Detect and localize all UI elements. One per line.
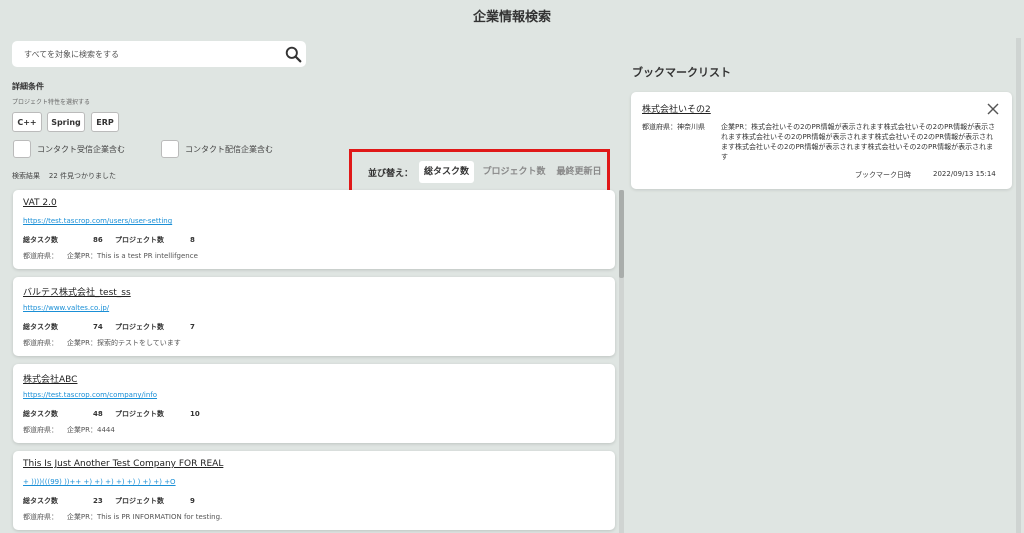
company-card[interactable]: This Is Just Another Test Company FOR RE…: [13, 451, 615, 530]
search-input[interactable]: [12, 41, 264, 67]
projects-label: プロジェクト数: [115, 323, 164, 331]
tasks-value: 23: [93, 497, 103, 505]
company-stats: 総タスク数 74 プロジェクト数 7: [23, 322, 195, 332]
projects-value: 9: [190, 497, 195, 505]
tasks-label: 総タスク数: [23, 323, 58, 331]
company-name[interactable]: This Is Just Another Test Company FOR RE…: [23, 459, 223, 469]
result-count-text: 22 件見つかりました: [48, 172, 117, 180]
filter-title: 詳細条件: [12, 82, 44, 91]
company-stats: 総タスク数 48 プロジェクト数 10: [23, 409, 200, 419]
tasks-value: 48: [93, 410, 103, 418]
company-stats: 総タスク数 23 プロジェクト数 9: [23, 496, 195, 506]
checkbox-label: コンタクト受信企業含む: [37, 145, 125, 154]
company-pr: 都道府県： 企業PR：This is PR INFORMATION for te…: [23, 512, 222, 522]
chip-erp[interactable]: ERP: [91, 112, 119, 132]
page-scrollbar[interactable]: [1016, 38, 1021, 533]
bookmark-date-label: ブックマーク日時: [855, 171, 911, 179]
checkbox-label: コンタクト配信企業含む: [185, 145, 273, 154]
projects-value: 7: [190, 323, 195, 331]
pr-text: 企業PR：This is a test PR intellifgence: [66, 252, 198, 260]
prefecture-label: 都道府県：: [23, 513, 58, 521]
company-pr: 都道府県： 企業PR：This is a test PR intellifgen…: [23, 251, 198, 261]
projects-label: プロジェクト数: [115, 497, 164, 505]
prefecture-label: 都道府県：: [23, 252, 58, 260]
bookmark-date: 2022/09/13 15:14: [933, 170, 996, 178]
company-name[interactable]: VAT 2.0: [23, 198, 57, 208]
tasks-label: 総タスク数: [23, 410, 58, 418]
projects-label: プロジェクト数: [115, 410, 164, 418]
tasks-label: 総タスク数: [23, 497, 58, 505]
checkbox-box[interactable]: [161, 140, 179, 158]
bookmark-pr: 企業PR：株式会社いその2のPR情報が表示されます株式会社いその2のPR情報が表…: [721, 123, 996, 161]
sort-option-projects[interactable]: プロジェクト数: [480, 161, 548, 183]
pr-text: 企業PR：This is PR INFORMATION for testing.: [66, 513, 223, 521]
sort-option-total-tasks[interactable]: 総タスク数: [419, 161, 474, 183]
tasks-value: 86: [93, 236, 103, 244]
company-url[interactable]: https://test.tascrop.com/users/user-sett…: [23, 217, 172, 225]
filter-subtitle: プロジェクト特性を選択する: [12, 99, 91, 106]
company-card[interactable]: VAT 2.0 https://test.tascrop.com/users/u…: [13, 190, 615, 269]
projects-value: 8: [190, 236, 195, 244]
chip-spring[interactable]: Spring: [47, 112, 85, 132]
prefecture-label: 都道府県：: [23, 339, 58, 347]
company-pr: 都道府県： 企業PR：探索的テストをしています: [23, 338, 181, 348]
sort-option-last-updated[interactable]: 最終更新日: [554, 161, 604, 183]
projects-value: 10: [190, 410, 200, 418]
company-name[interactable]: 株式会社ABC: [23, 372, 77, 385]
search-icon[interactable]: [285, 46, 302, 63]
bookmark-prefecture: 都道府県：神奈川県: [642, 123, 705, 131]
company-url[interactable]: https://www.valtes.co.jp/: [23, 304, 109, 312]
company-card[interactable]: バルテス株式会社_test_ss https://www.valtes.co.j…: [13, 277, 615, 356]
company-name[interactable]: バルテス株式会社_test_ss: [23, 285, 131, 298]
scrollbar-thumb[interactable]: [619, 190, 624, 278]
tasks-label: 総タスク数: [23, 236, 58, 244]
bookmark-list-title: ブックマークリスト: [632, 66, 731, 79]
company-stats: 総タスク数 86 プロジェクト数 8: [23, 235, 195, 245]
pr-text: 企業PR：探索的テストをしています: [66, 339, 181, 347]
search-bar: [12, 41, 306, 67]
projects-label: プロジェクト数: [115, 236, 164, 244]
pr-text: 企業PR：4444: [66, 426, 115, 434]
company-pr: 都道府県： 企業PR：4444: [23, 425, 115, 435]
prefecture-label: 都道府県：: [23, 426, 58, 434]
page-title: 企業情報検索: [472, 10, 551, 25]
bookmark-card[interactable]: 株式会社いその2 都道府県：神奈川県 企業PR：株式会社いその2のPR情報が表示…: [631, 92, 1012, 189]
result-count: 検索結果 22 件見つかりました: [12, 171, 116, 181]
result-label: 検索結果: [12, 172, 40, 180]
results-scrollbar[interactable]: [619, 190, 624, 533]
checkbox-box[interactable]: [13, 140, 31, 158]
tasks-value: 74: [93, 323, 103, 331]
company-url[interactable]: https://test.tascrop.com/company/info: [23, 391, 157, 399]
close-icon[interactable]: [987, 103, 999, 115]
company-url[interactable]: + ))))(((99) ))++ +) +) +) +) +) ) +) +)…: [23, 478, 176, 486]
bookmark-company-name[interactable]: 株式会社いその2: [642, 102, 711, 115]
chip-cpp[interactable]: C++: [12, 112, 42, 132]
company-card[interactable]: 株式会社ABC https://test.tascrop.com/company…: [13, 364, 615, 443]
sort-control: 並び替え： 総タスク数 プロジェクト数 最終更新日: [349, 149, 610, 194]
sort-label: 並び替え：: [368, 169, 414, 179]
